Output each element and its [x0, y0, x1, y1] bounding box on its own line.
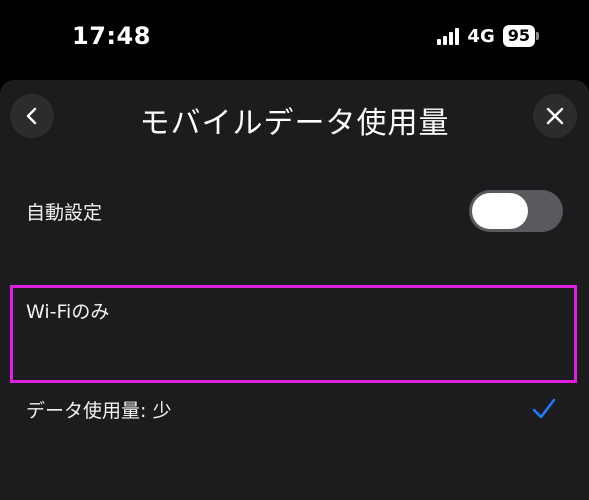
status-bar: 17:48 4G 95 [0, 0, 589, 80]
status-indicators: 4G 95 [437, 25, 539, 47]
battery-icon: 95 [502, 25, 539, 47]
checkmark-icon [532, 398, 556, 419]
network-type: 4G [467, 25, 495, 47]
auto-toggle[interactable] [469, 190, 563, 232]
option-auto[interactable]: 自動設定 [0, 162, 589, 260]
option-wifi-only[interactable]: Wi-Fiのみ [0, 261, 589, 359]
option-wifi-label: Wi-Fiのみ [26, 300, 110, 323]
status-time: 17:48 [72, 22, 151, 50]
option-auto-label: 自動設定 [26, 201, 103, 224]
close-icon [546, 107, 564, 125]
close-button[interactable] [533, 94, 577, 138]
sheet-header: モバイルデータ使用量 [0, 80, 589, 152]
toggle-knob [472, 193, 528, 229]
option-low-data[interactable]: データ使用量: 少 [0, 360, 589, 458]
page-title: モバイルデータ使用量 [139, 106, 450, 141]
settings-sheet: モバイルデータ使用量 自動設定 Wi-Fiのみ データ使用量: 少 [0, 80, 589, 500]
battery-level: 95 [502, 25, 535, 47]
signal-icon [437, 27, 460, 45]
option-low-label: データ使用量: 少 [26, 399, 172, 422]
